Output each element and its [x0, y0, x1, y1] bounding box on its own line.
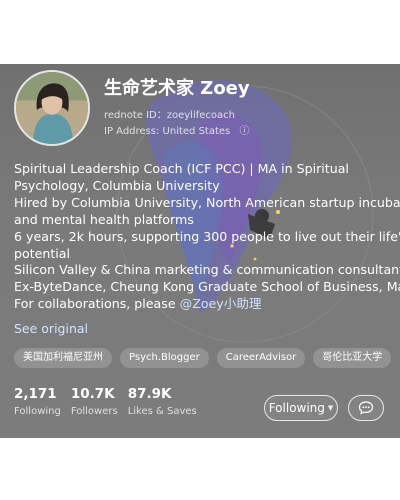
following-button[interactable]: Following ▼ — [264, 395, 338, 421]
display-name: 生命艺术家 Zoey — [104, 78, 250, 99]
bio-line: Spiritual Leadership Coach (ICF PCC) | M… — [14, 161, 349, 176]
stat-value: 10.7K — [70, 386, 115, 402]
stat-value: 87.9K — [127, 386, 172, 402]
rednote-id: rednote ID：zoeylifecoach — [104, 110, 235, 121]
bio-line: Hired by Columbia University, North Amer… — [14, 194, 400, 210]
avatar[interactable] — [14, 70, 90, 146]
tag-psych-blogger[interactable]: Psych.Blogger — [120, 348, 209, 368]
bio-line: Silicon Valley & China marketing & commu… — [14, 262, 400, 278]
bio-line: Ex-ByteDance, Cheung Kong Graduate Schoo… — [14, 279, 400, 295]
stat-label: Likes & Saves — [127, 406, 197, 417]
mention-link[interactable]: @Zoey小助理 — [180, 296, 262, 311]
stat-likes-saves[interactable]: 87.9K Likes & Saves — [128, 386, 197, 417]
stat-value: 2,171 — [14, 386, 57, 402]
stat-label: Followers — [70, 406, 118, 417]
stat-label: Following — [14, 406, 61, 417]
stats-row: 2,171 Following 10.7K Followers 87.9K Li… — [14, 386, 207, 417]
tag-columbia[interactable]: 哥伦比亚大学 — [313, 348, 392, 368]
bio-collab-text: For collaborations, please — [14, 296, 180, 312]
following-label: Following — [268, 401, 325, 415]
bio-line: 6 years, 2k hours, supporting 300 people… — [14, 228, 400, 244]
message-button[interactable] — [348, 395, 384, 421]
bio-line: and mental health platforms — [14, 211, 194, 227]
bio: Spiritual Leadership Coach (ICF PCC) | M… — [14, 161, 400, 313]
stat-following[interactable]: 2,171 Following — [14, 386, 61, 417]
see-original-link[interactable]: See original — [14, 321, 88, 336]
profile-header: 生命艺术家 Zoey rednote ID：zoeylifecoach IP A… — [0, 64, 400, 438]
ip-address: IP Address: United States — [104, 126, 231, 137]
message-icon — [358, 401, 374, 415]
bio-line: Psychology, Columbia University — [14, 177, 220, 193]
info-icon[interactable]: ⓘ — [239, 122, 249, 137]
bio-collab-line: For collaborations, please @Zoey小助理 — [14, 296, 390, 313]
tag-list: 美国加利福尼亚州 Psych.Blogger CareerAdvisor 哥伦比… — [14, 348, 392, 370]
chevron-down-icon: ▼ — [327, 404, 334, 412]
tag-career-advisor[interactable]: CareerAdvisor — [216, 348, 306, 368]
stat-followers[interactable]: 10.7K Followers — [71, 386, 118, 417]
ip-address-row: IP Address: United States ⓘ — [104, 122, 249, 137]
tag-location[interactable]: 美国加利福尼亚州 — [14, 348, 112, 368]
bio-line: potential — [14, 245, 71, 261]
